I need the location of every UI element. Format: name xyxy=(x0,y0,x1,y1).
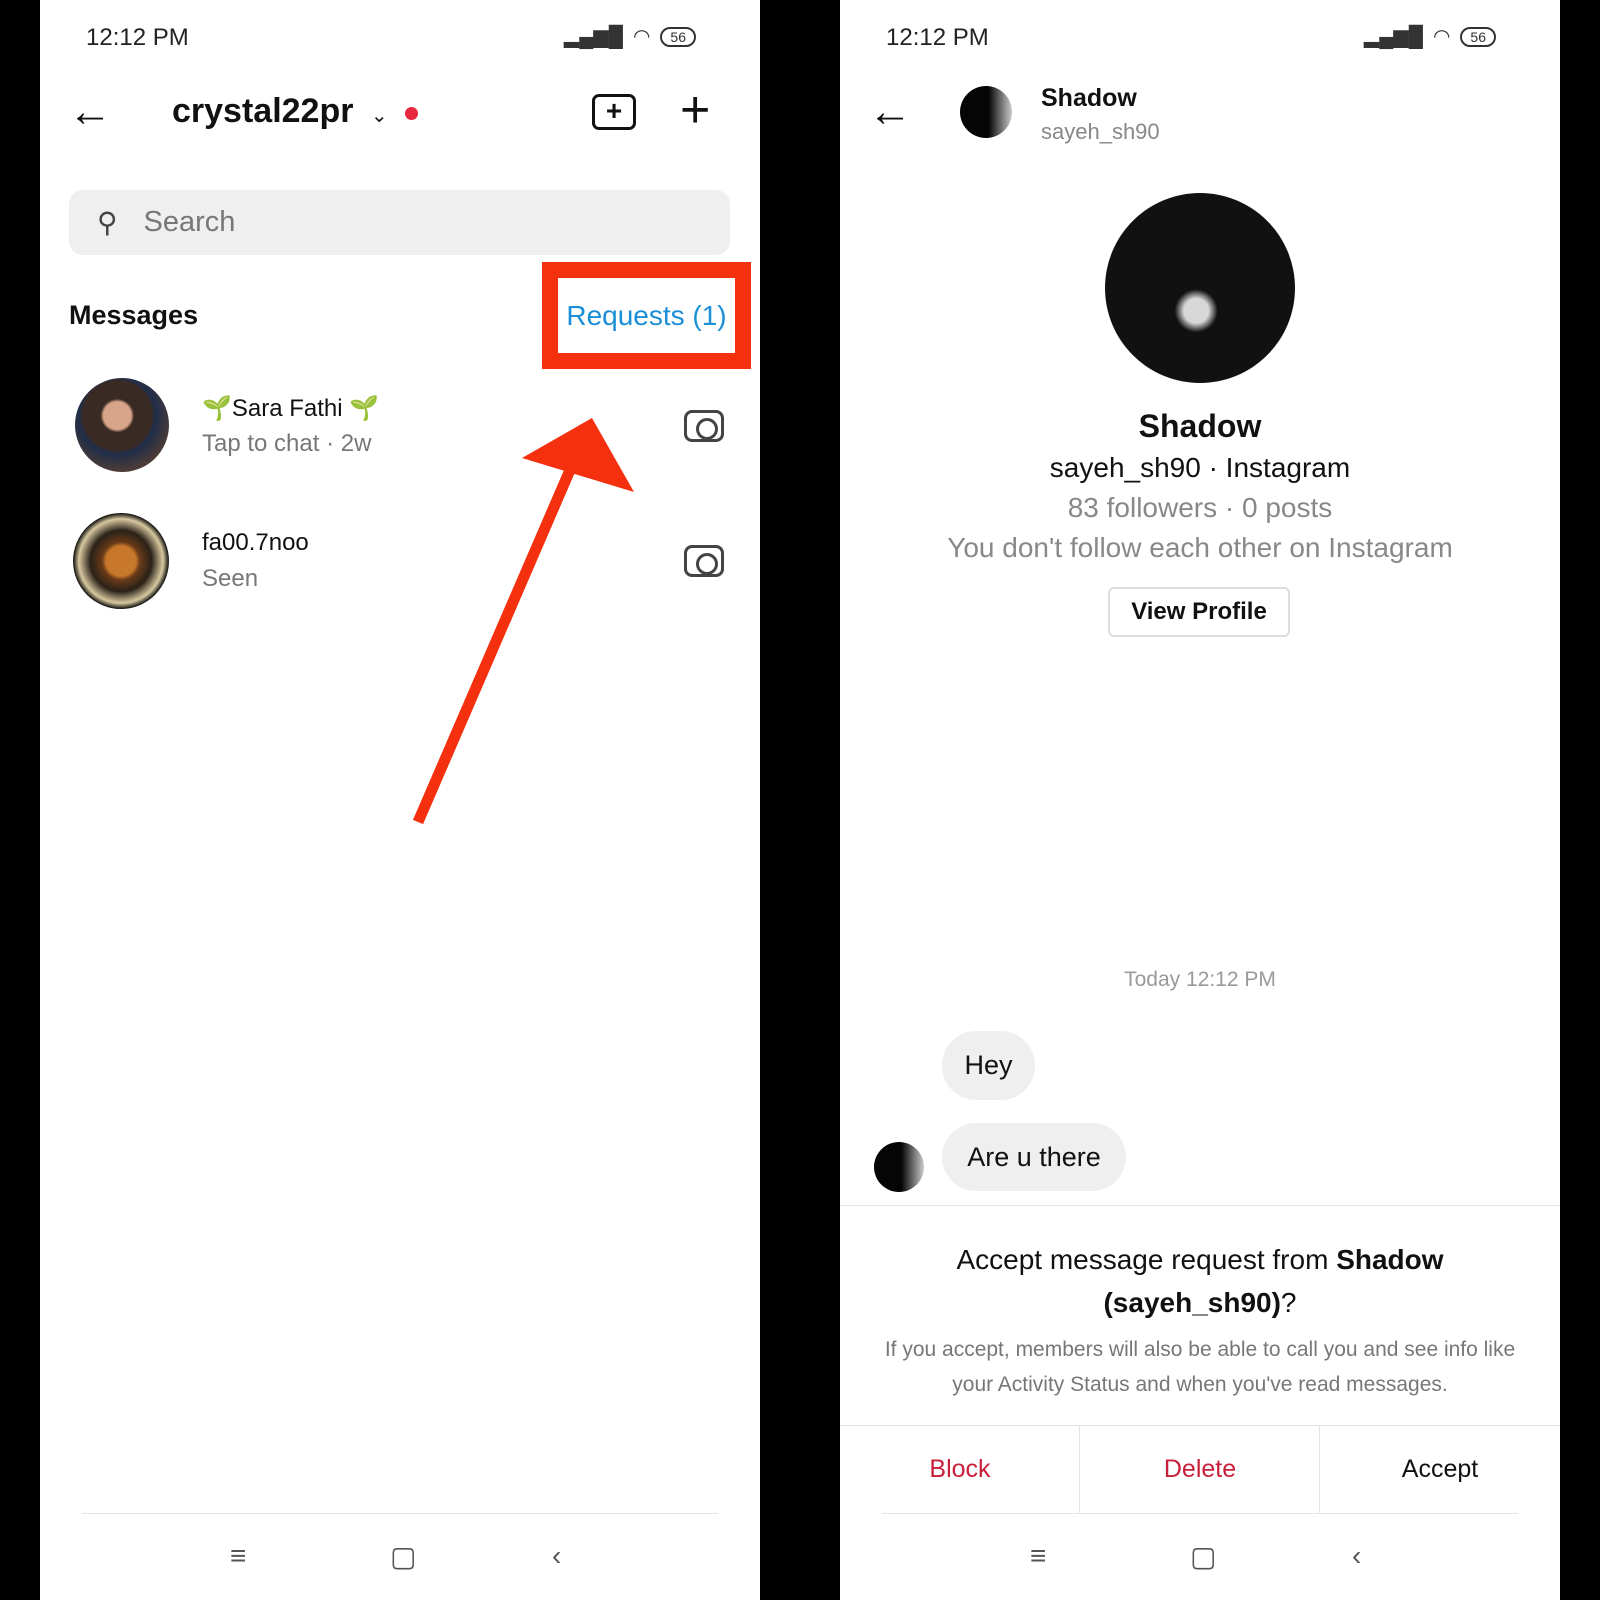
header-avatar[interactable] xyxy=(960,86,1012,138)
accept-button[interactable]: Accept xyxy=(1320,1425,1560,1513)
message-bubble[interactable]: Hey xyxy=(942,1031,1035,1100)
message-text: Hey xyxy=(964,1050,1013,1080)
message-request-screen: 12:12 PM ▂▄▆█ ◠ 56 ← Shadow sayeh_sh90 Sh… xyxy=(840,0,1560,1600)
back-arrow-icon[interactable]: ← xyxy=(868,90,912,134)
block-button[interactable]: Block xyxy=(840,1425,1080,1513)
message-text: Are u there xyxy=(967,1141,1101,1172)
delete-button[interactable]: Delete xyxy=(1080,1425,1320,1513)
accept-request-prompt: Accept message request from Shadow (saye… xyxy=(840,1238,1560,1324)
status-icons: ▂▄▆█ ◠ 56 xyxy=(1364,24,1496,49)
profile-name: Shadow xyxy=(1138,408,1262,444)
status-time: 12:12 PM xyxy=(886,24,989,51)
battery-icon: 56 xyxy=(1460,26,1496,47)
menu-icon[interactable]: ≡ xyxy=(1030,1540,1046,1572)
divider xyxy=(882,1513,1518,1514)
home-icon[interactable]: ▢ xyxy=(1190,1540,1216,1573)
header-name[interactable]: Shadow xyxy=(1041,84,1137,113)
follow-relation: You don't follow each other on Instagram xyxy=(947,532,1453,563)
prompt-suffix: ? xyxy=(1280,1287,1297,1318)
header-username: sayeh_sh90 xyxy=(1041,119,1160,144)
profile-stats: 83 followers · 0 posts xyxy=(1067,492,1333,523)
signal-icon: ▂▄▆█ xyxy=(1363,26,1423,48)
annotation-arrow xyxy=(412,418,634,825)
menu-icon[interactable]: ≡ xyxy=(230,1540,246,1572)
messages-screen: 12:12 PM ▂▄▆█ ◠ 56 ← crystal22pr ⌄ + + ⚲ … xyxy=(40,0,760,1600)
message-timestamp: Today 12:12 PM xyxy=(1124,968,1276,991)
wifi-icon: ◠ xyxy=(1432,26,1451,48)
view-profile-label: View Profile xyxy=(1131,598,1267,625)
divider xyxy=(82,1513,718,1514)
message-bubble[interactable]: Are u there xyxy=(942,1123,1126,1191)
request-description: If you accept, members will also be able… xyxy=(884,1338,1516,1396)
back-nav-icon[interactable]: ‹ xyxy=(552,1540,561,1572)
sender-avatar xyxy=(874,1142,924,1192)
view-profile-button[interactable]: View Profile xyxy=(1108,587,1290,637)
divider xyxy=(840,1205,1560,1206)
profile-handle: sayeh_sh90 · Instagram xyxy=(1049,452,1351,483)
prompt-prefix: Accept message request from xyxy=(956,1244,1337,1275)
back-nav-icon[interactable]: ‹ xyxy=(1352,1540,1361,1572)
home-icon[interactable]: ▢ xyxy=(390,1540,416,1573)
profile-avatar xyxy=(1105,193,1295,383)
